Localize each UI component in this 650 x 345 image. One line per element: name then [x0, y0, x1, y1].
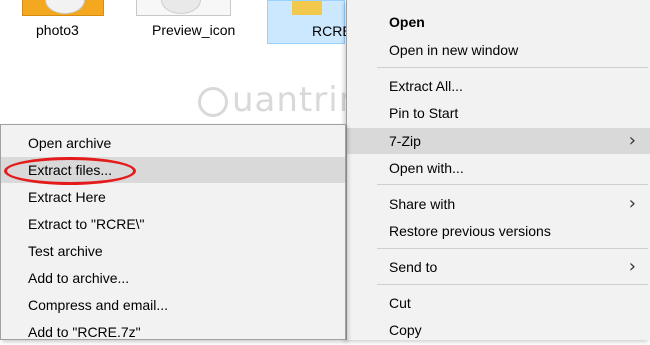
menu-item-restore-previous-versions[interactable]: Restore previous versions: [347, 218, 650, 244]
chevron-right-icon: ›: [628, 193, 636, 214]
menu-item-copy[interactable]: Copy: [347, 317, 650, 343]
menu-separator: [377, 184, 648, 185]
menu-separator: [377, 67, 648, 68]
menu-item-extract-all[interactable]: Extract All...: [347, 73, 650, 99]
file-label-photo3: photo3: [36, 22, 79, 38]
menu-item-send-to-label: Send to: [389, 259, 438, 275]
folder-icon: [292, 1, 322, 15]
image-icon: [161, 0, 201, 14]
submenu-item-extract-to-rcre[interactable]: Extract to "RCRE\": [1, 211, 345, 237]
file-label-preview-icon: Preview_icon: [152, 22, 236, 38]
menu-item-share-with[interactable]: Share with ›: [347, 191, 650, 217]
chevron-right-icon: ›: [628, 130, 636, 151]
menu-item-pin-to-start[interactable]: Pin to Start: [347, 100, 650, 126]
file-photo3[interactable]: photo3: [0, 0, 130, 44]
menu-separator: [377, 284, 648, 285]
submenu-item-extract-here[interactable]: Extract Here: [1, 184, 345, 210]
menu-item-send-to[interactable]: Send to ›: [347, 254, 650, 280]
file-preview-icon[interactable]: Preview_icon: [136, 0, 260, 44]
submenu-item-compress-and-email[interactable]: Compress and email...: [1, 292, 345, 318]
menu-item-open-with[interactable]: Open with...: [347, 155, 650, 181]
menu-item-open-new-window[interactable]: Open in new window: [347, 37, 650, 63]
7zip-submenu: Open archive Extract files... Extract He…: [0, 124, 346, 340]
file-rcre-selected[interactable]: RCRE: [267, 0, 352, 44]
highlight-annotation-ellipse: [4, 157, 136, 185]
photo3-thumbnail: [22, 0, 104, 16]
submenu-item-open-archive[interactable]: Open archive: [1, 130, 345, 156]
photo-icon: [45, 0, 85, 14]
menu-separator: [377, 248, 648, 249]
menu-item-share-with-label: Share with: [389, 196, 456, 212]
submenu-item-add-to-archive[interactable]: Add to archive...: [1, 265, 345, 291]
watermark-logo-icon: [198, 86, 228, 117]
menu-item-cut[interactable]: Cut: [347, 290, 650, 316]
menu-item-open[interactable]: Open: [347, 9, 650, 35]
menu-item-7zip[interactable]: 7-Zip ›: [347, 128, 650, 154]
chevron-right-icon: ›: [628, 256, 636, 277]
preview-icon-thumbnail: [136, 0, 231, 16]
context-menu: Open Open in new window Extract All... P…: [346, 0, 650, 340]
submenu-item-add-to-rcre-7z[interactable]: Add to "RCRE.7z": [1, 319, 345, 345]
submenu-item-test-archive[interactable]: Test archive: [1, 238, 345, 264]
menu-item-7zip-label: 7-Zip: [389, 133, 421, 149]
